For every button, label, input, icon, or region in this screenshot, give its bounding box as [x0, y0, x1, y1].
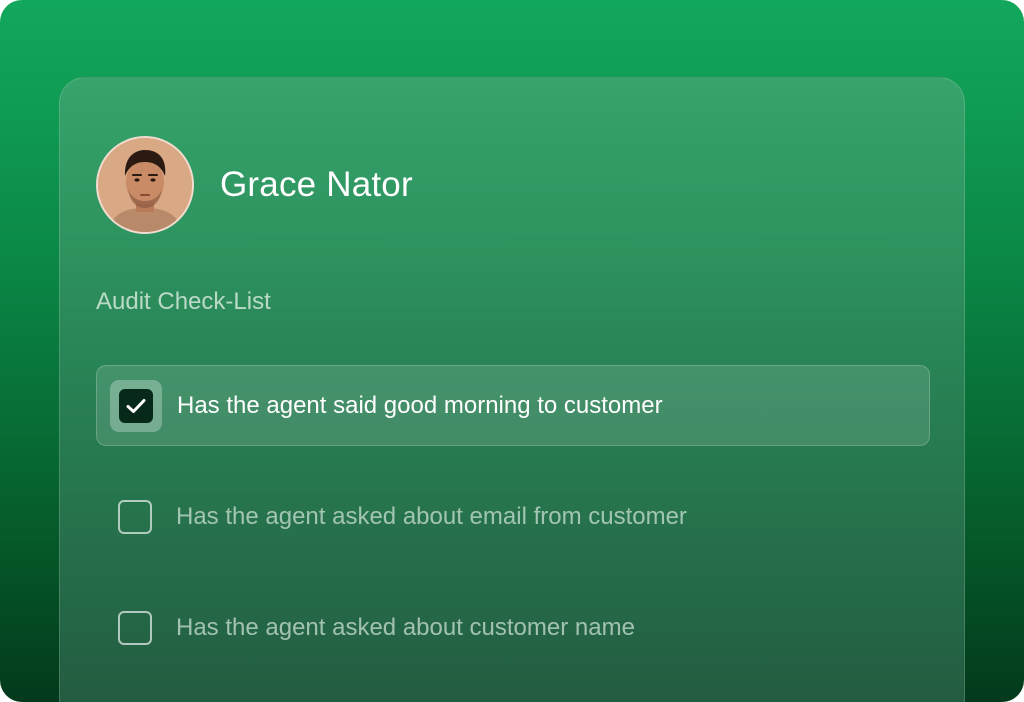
checklist-item-label: Has the agent asked about email from cus… — [176, 502, 687, 530]
checkbox-focus-ring — [110, 379, 162, 432]
checklist-item-email[interactable]: Has the agent asked about email from cus… — [96, 476, 930, 557]
audit-checklist: Has the agent said good morning to custo… — [96, 365, 930, 698]
checklist-item-label: Has the agent said good morning to custo… — [177, 391, 663, 419]
checklist-title: Audit Check-List — [96, 288, 271, 315]
checkmark-icon — [126, 398, 146, 413]
agent-profile: Grace Nator — [96, 136, 413, 234]
checklist-item-customer-name[interactable]: Has the agent asked about customer name — [96, 587, 930, 668]
app-background: Grace Nator Audit Check-List Has the age… — [0, 0, 1024, 702]
checklist-item-good-morning[interactable]: Has the agent said good morning to custo… — [96, 365, 930, 446]
checkbox-checked[interactable] — [119, 388, 153, 423]
checkbox-unchecked[interactable] — [118, 499, 152, 534]
checkbox-unchecked[interactable] — [118, 610, 152, 645]
avatar-portrait-icon — [98, 138, 192, 232]
checkbox-wrapper — [109, 602, 161, 654]
audit-card: Grace Nator Audit Check-List Has the age… — [59, 77, 965, 702]
checkbox-wrapper — [109, 491, 161, 543]
checklist-item-label: Has the agent asked about customer name — [176, 613, 635, 641]
avatar — [96, 136, 194, 234]
agent-name: Grace Nator — [220, 165, 413, 204]
